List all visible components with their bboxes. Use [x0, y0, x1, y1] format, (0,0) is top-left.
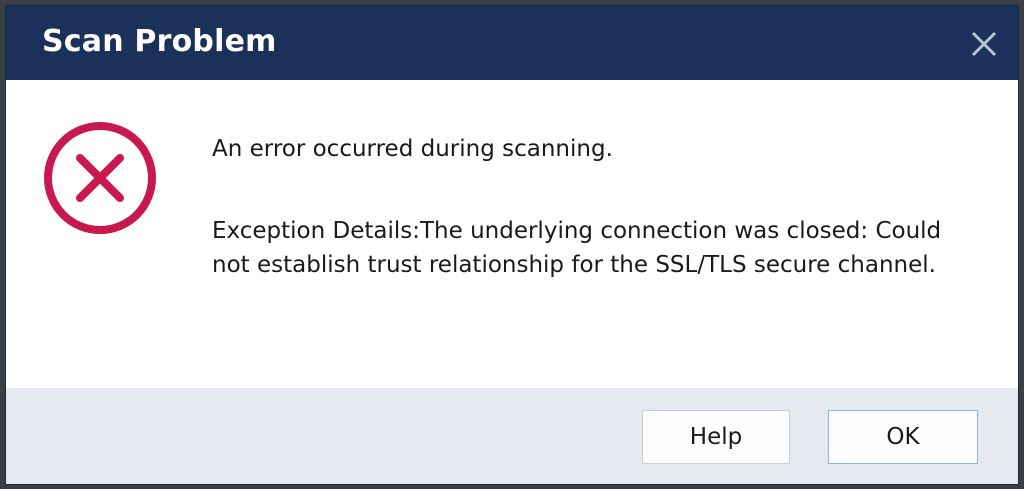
error-summary: An error occurred during scanning.	[212, 136, 613, 162]
scan-problem-dialog: Scan Problem An error occurred during sc…	[6, 6, 1018, 484]
help-button[interactable]: Help	[642, 410, 790, 464]
close-button[interactable]	[964, 24, 1004, 64]
dialog-footer: Help OK	[6, 388, 1018, 484]
dialog-body: An error occurred during scanning. Excep…	[6, 80, 1018, 388]
dialog-titlebar: Scan Problem	[6, 6, 1018, 80]
close-icon	[971, 31, 997, 57]
ok-button[interactable]: OK	[828, 410, 978, 464]
error-message: An error occurred during scanning. Excep…	[212, 132, 972, 282]
exception-details: Exception Details:The underlying connect…	[212, 218, 942, 278]
dialog-title: Scan Problem	[42, 24, 277, 59]
error-icon	[42, 120, 158, 236]
